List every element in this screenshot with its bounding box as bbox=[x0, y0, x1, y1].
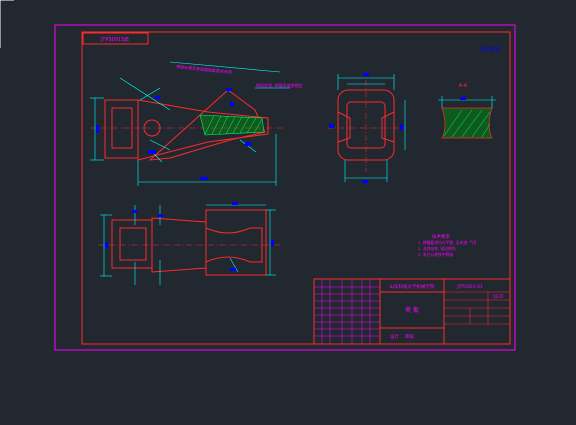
tech-req-title: 技术要求 bbox=[432, 233, 450, 240]
title-company: 山东科技大学机械学院 bbox=[390, 283, 435, 290]
side-view[interactable] bbox=[327, 73, 406, 183]
title-part-name: 夹 板 bbox=[405, 306, 419, 314]
plan-view[interactable] bbox=[98, 202, 285, 285]
sheet-border bbox=[54, 24, 516, 351]
plan-view-right-block bbox=[205, 209, 267, 276]
tech-req-item: 3. 未注公差按中等级 bbox=[418, 252, 453, 257]
tech-req-item: 1. 焊缝要求均匀平整, 无夹渣, 气孔 bbox=[418, 240, 477, 245]
cad-canvas[interactable]: JTPS001SJE 技术要求 焊缝处理及表面粗糙度要求参照 焊接处理, 焊缝高… bbox=[0, 0, 576, 425]
title-material: Q235 bbox=[493, 294, 504, 299]
plan-view-left-inner bbox=[119, 227, 147, 261]
title-designer: 设计 bbox=[390, 333, 399, 340]
section-hatch bbox=[441, 107, 493, 139]
tech-requirements: 技术要求 1. 焊缝要求均匀平整, 无夹渣, 气孔 2. 去除毛刺, 锐边倒钝 … bbox=[418, 233, 477, 257]
detail-note: 焊接处理, 焊缝高度按规定 bbox=[256, 82, 303, 88]
section-view[interactable]: A-A bbox=[438, 83, 496, 139]
title-checker: 审核 bbox=[405, 333, 414, 340]
crosshair-cursor-icon bbox=[0, 0, 14, 48]
title-drawing-no: JTPS001-01 bbox=[456, 284, 483, 290]
title-block[interactable]: 山东科技大学机械学院 夹 板 JTPS001-01 Q235 设计 审核 bbox=[313, 278, 511, 345]
main-view-left-block bbox=[104, 99, 139, 159]
stamp-code: JTPS001SJE bbox=[100, 37, 129, 43]
tech-req-item: 2. 去除毛刺, 锐边倒钝 bbox=[418, 246, 456, 251]
revision-mark: 技术要求 bbox=[480, 46, 500, 53]
main-view[interactable]: 焊缝处理及表面粗糙度要求参照 焊接处理, 焊缝高度按规定 bbox=[90, 61, 303, 186]
drawing-frame bbox=[81, 31, 511, 345]
section-label: A-A bbox=[459, 83, 468, 89]
